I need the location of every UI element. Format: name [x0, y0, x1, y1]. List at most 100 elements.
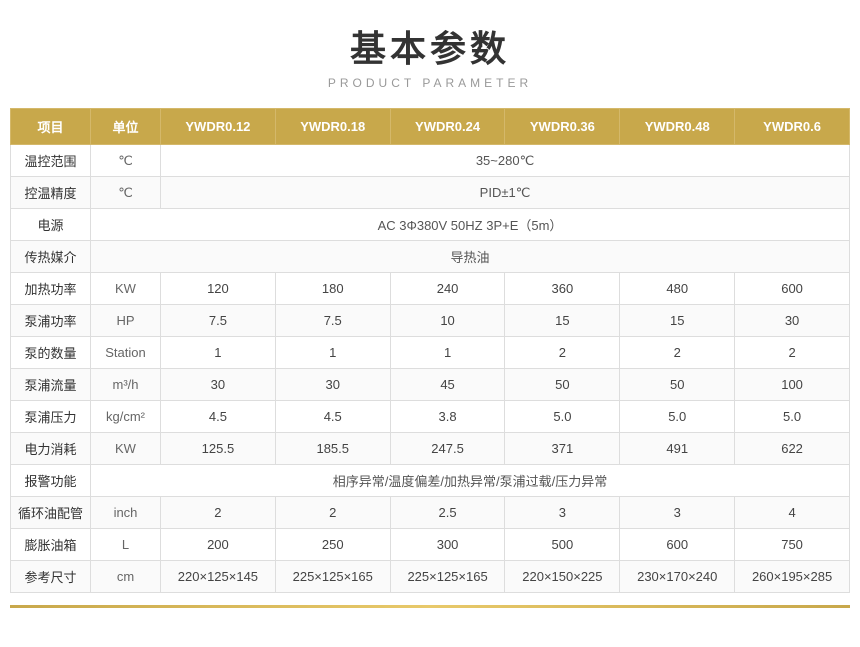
row-unit: HP — [91, 305, 161, 337]
row-value: 1 — [161, 337, 276, 369]
row-value: 622 — [735, 433, 850, 465]
row-unit: Station — [91, 337, 161, 369]
row-value: 10 — [390, 305, 505, 337]
row-label: 加热功率 — [11, 273, 91, 305]
row-value: 240 — [390, 273, 505, 305]
row-unit: kg/cm² — [91, 401, 161, 433]
row-label: 传热媒介 — [11, 241, 91, 273]
row-value: 5.0 — [620, 401, 735, 433]
row-value: 2 — [505, 337, 620, 369]
row-value: 480 — [620, 273, 735, 305]
row-value: 30 — [735, 305, 850, 337]
row-label: 泵浦功率 — [11, 305, 91, 337]
row-unit: ℃ — [91, 177, 161, 209]
table-header-row: 项目单位YWDR0.12YWDR0.18YWDR0.24YWDR0.36YWDR… — [11, 109, 850, 145]
row-label: 控温精度 — [11, 177, 91, 209]
row-label: 循环油配管 — [11, 497, 91, 529]
row-value: 180 — [275, 273, 390, 305]
row-value: 30 — [161, 369, 276, 401]
row-unit: KW — [91, 273, 161, 305]
row-value: 120 — [161, 273, 276, 305]
row-value: 1 — [390, 337, 505, 369]
row-span-value: AC 3Φ380V 50HZ 3P+E（5m） — [91, 209, 850, 241]
col-header-model: YWDR0.6 — [735, 109, 850, 145]
row-label: 参考尺寸 — [11, 561, 91, 593]
row-value: 600 — [735, 273, 850, 305]
row-value: 220×125×145 — [161, 561, 276, 593]
row-value: 225×125×165 — [390, 561, 505, 593]
row-value: 50 — [505, 369, 620, 401]
row-value: 225×125×165 — [275, 561, 390, 593]
row-value: 3 — [505, 497, 620, 529]
table-row: 电源AC 3Φ380V 50HZ 3P+E（5m） — [11, 209, 850, 241]
row-value: 260×195×285 — [735, 561, 850, 593]
row-label: 膨胀油箱 — [11, 529, 91, 561]
row-value: 185.5 — [275, 433, 390, 465]
row-span-value: 导热油 — [91, 241, 850, 273]
row-value: 15 — [620, 305, 735, 337]
table-row: 加热功率KW120180240360480600 — [11, 273, 850, 305]
row-label: 泵的数量 — [11, 337, 91, 369]
row-value: 200 — [161, 529, 276, 561]
row-value: 3.8 — [390, 401, 505, 433]
table-row: 温控范围℃35~280℃ — [11, 145, 850, 177]
row-value: 3 — [620, 497, 735, 529]
row-unit: cm — [91, 561, 161, 593]
row-span-value: 相序异常/温度偏差/加热异常/泵浦过载/压力异常 — [91, 465, 850, 497]
row-label: 泵浦流量 — [11, 369, 91, 401]
table-row: 参考尺寸cm220×125×145225×125×165225×125×1652… — [11, 561, 850, 593]
col-header-model: YWDR0.12 — [161, 109, 276, 145]
page-subtitle: PRODUCT PARAMETER — [328, 76, 532, 90]
row-value: 5.0 — [735, 401, 850, 433]
row-value: 1 — [275, 337, 390, 369]
row-value: 45 — [390, 369, 505, 401]
row-value: 360 — [505, 273, 620, 305]
row-value: 220×150×225 — [505, 561, 620, 593]
row-value: 7.5 — [161, 305, 276, 337]
row-unit: ℃ — [91, 145, 161, 177]
row-span-value: 35~280℃ — [161, 145, 850, 177]
row-value: 4.5 — [275, 401, 390, 433]
row-value: 100 — [735, 369, 850, 401]
row-value: 4.5 — [161, 401, 276, 433]
table-row: 泵浦压力kg/cm²4.54.53.85.05.05.0 — [11, 401, 850, 433]
table-row: 电力消耗KW125.5185.5247.5371491622 — [11, 433, 850, 465]
row-label: 温控范围 — [11, 145, 91, 177]
row-value: 2 — [735, 337, 850, 369]
table-row: 控温精度℃PID±1℃ — [11, 177, 850, 209]
row-value: 371 — [505, 433, 620, 465]
row-value: 250 — [275, 529, 390, 561]
col-header-model: YWDR0.36 — [505, 109, 620, 145]
col-header-unit: 单位 — [91, 109, 161, 145]
row-value: 500 — [505, 529, 620, 561]
row-value: 600 — [620, 529, 735, 561]
row-label: 电源 — [11, 209, 91, 241]
page-title: 基本参数 — [350, 20, 510, 72]
table-row: 泵浦功率HP7.57.510151530 — [11, 305, 850, 337]
col-header-label: 项目 — [11, 109, 91, 145]
table-row: 膨胀油箱L200250300500600750 — [11, 529, 850, 561]
row-label: 报警功能 — [11, 465, 91, 497]
row-unit: m³/h — [91, 369, 161, 401]
table-body: 温控范围℃35~280℃控温精度℃PID±1℃电源AC 3Φ380V 50HZ … — [11, 145, 850, 593]
row-value: 2.5 — [390, 497, 505, 529]
row-span-value: PID±1℃ — [161, 177, 850, 209]
row-value: 2 — [275, 497, 390, 529]
table-row: 报警功能相序异常/温度偏差/加热异常/泵浦过载/压力异常 — [11, 465, 850, 497]
row-value: 5.0 — [505, 401, 620, 433]
row-label: 电力消耗 — [11, 433, 91, 465]
table-row: 泵浦流量m³/h3030455050100 — [11, 369, 850, 401]
col-header-model: YWDR0.18 — [275, 109, 390, 145]
row-value: 750 — [735, 529, 850, 561]
row-value: 4 — [735, 497, 850, 529]
col-header-model: YWDR0.48 — [620, 109, 735, 145]
row-value: 30 — [275, 369, 390, 401]
row-value: 125.5 — [161, 433, 276, 465]
row-value: 15 — [505, 305, 620, 337]
col-header-model: YWDR0.24 — [390, 109, 505, 145]
table-row: 泵的数量Station111222 — [11, 337, 850, 369]
row-value: 247.5 — [390, 433, 505, 465]
table-row: 循环油配管inch222.5334 — [11, 497, 850, 529]
param-table: 项目单位YWDR0.12YWDR0.18YWDR0.24YWDR0.36YWDR… — [10, 108, 850, 593]
row-unit: inch — [91, 497, 161, 529]
